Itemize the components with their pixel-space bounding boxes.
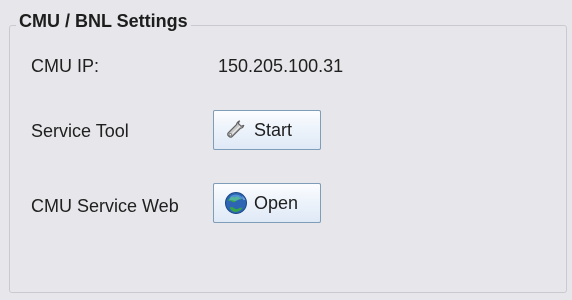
cmu-service-web-open-button[interactable]: Open: [213, 183, 321, 223]
service-tool-label: Service Tool: [31, 121, 129, 141]
start-button-label: Start: [254, 120, 293, 140]
browser-globe-icon: [224, 191, 248, 215]
wrench-icon: [224, 118, 248, 142]
service-tool-start-button[interactable]: Start: [213, 110, 321, 150]
settings-panel: CMU / BNL Settings CMU IP: 150.205.100.3…: [0, 0, 572, 300]
open-button-label: Open: [254, 193, 299, 213]
cmu-service-web-label: CMU Service Web: [31, 196, 179, 216]
cmu-ip-label: CMU IP:: [31, 56, 100, 76]
cmu-ip-value: 150.205.100.31: [218, 56, 344, 76]
group-title: CMU / BNL Settings: [16, 10, 191, 32]
